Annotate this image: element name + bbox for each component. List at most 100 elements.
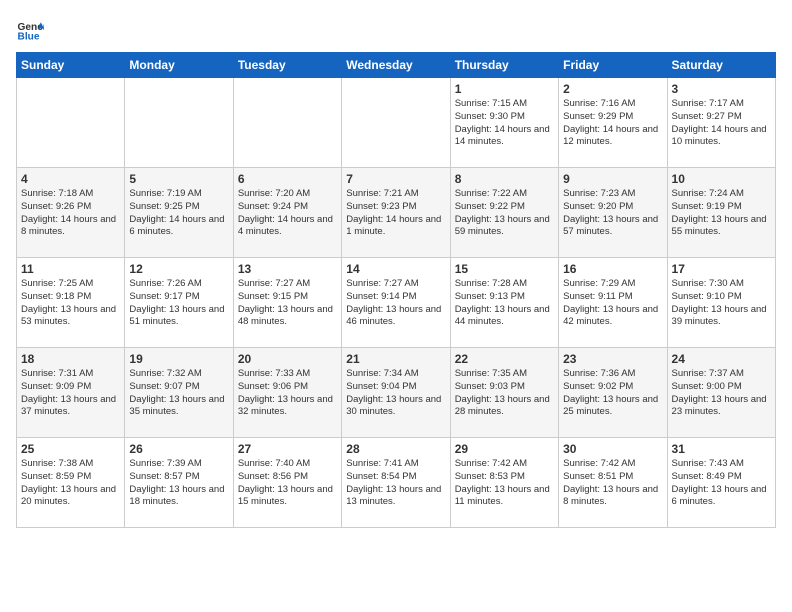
calendar-cell: 13Sunrise: 7:27 AM Sunset: 9:15 PM Dayli… (233, 258, 341, 348)
day-number: 31 (672, 442, 771, 456)
day-number: 4 (21, 172, 120, 186)
day-number: 6 (238, 172, 337, 186)
calendar-cell: 6 Sunrise: 7:20 AM Sunset: 9:24 PM Daylig… (233, 168, 341, 258)
day-number: 7 (346, 172, 445, 186)
day-info: Sunrise: 7:41 AM Sunset: 8:54 PM Dayligh… (346, 458, 445, 509)
header: General Blue (16, 16, 776, 44)
day-info: Sunrise: 7:24 AM Sunset: 9:19 PM Dayligh… (672, 188, 771, 239)
calendar-cell: 4 Sunrise: 7:18 AM Sunset: 9:26 PM Daylig… (17, 168, 125, 258)
day-number: 27 (238, 442, 337, 456)
day-info: Sunrise: 7:23 AM Sunset: 9:20 PM Dayligh… (563, 188, 662, 239)
calendar-cell (17, 78, 125, 168)
day-info: Sunrise: 7:32 AM Sunset: 9:07 PM Dayligh… (129, 368, 228, 419)
day-number: 19 (129, 352, 228, 366)
day-info: Sunrise: 7:31 AM Sunset: 9:09 PM Dayligh… (21, 368, 120, 419)
calendar-cell: 27 Sunrise: 7:40 AM Sunset: 8:56 PM Dayli… (233, 438, 341, 528)
day-info: Sunrise: 7:34 AM Sunset: 9:04 PM Dayligh… (346, 368, 445, 419)
weekday-row: SundayMondayTuesdayWednesdayThursdayFrid… (17, 53, 776, 78)
weekday-header-wednesday: Wednesday (342, 53, 450, 78)
day-number: 15 (455, 262, 554, 276)
calendar-body: 1 Sunrise: 7:15 AM Sunset: 9:30 PM Daylig… (17, 78, 776, 528)
day-number: 14 (346, 262, 445, 276)
svg-text:Blue: Blue (18, 31, 40, 42)
calendar-cell: 11Sunrise: 7:25 AM Sunset: 9:18 PM Dayli… (17, 258, 125, 348)
weekday-header-monday: Monday (125, 53, 233, 78)
day-info: Sunrise: 7:39 AM Sunset: 8:57 PM Dayligh… (129, 458, 228, 509)
day-number: 18 (21, 352, 120, 366)
weekday-header-thursday: Thursday (450, 53, 558, 78)
day-number: 2 (563, 82, 662, 96)
calendar-week-2: 4 Sunrise: 7:18 AM Sunset: 9:26 PM Daylig… (17, 168, 776, 258)
calendar-cell: 23 Sunrise: 7:36 AM Sunset: 9:02 PM Dayli… (559, 348, 667, 438)
day-info: Sunrise: 7:36 AM Sunset: 9:02 PM Dayligh… (563, 368, 662, 419)
logo: General Blue (16, 16, 44, 44)
day-number: 26 (129, 442, 228, 456)
calendar-cell: 25Sunrise: 7:38 AM Sunset: 8:59 PM Dayli… (17, 438, 125, 528)
day-number: 9 (563, 172, 662, 186)
day-number: 28 (346, 442, 445, 456)
calendar-cell: 26 Sunrise: 7:39 AM Sunset: 8:57 PM Dayli… (125, 438, 233, 528)
day-number: 5 (129, 172, 228, 186)
calendar-header: SundayMondayTuesdayWednesdayThursdayFrid… (17, 53, 776, 78)
calendar-cell: 30Sunrise: 7:42 AM Sunset: 8:51 PM Dayli… (559, 438, 667, 528)
day-info: Sunrise: 7:25 AM Sunset: 9:18 PM Dayligh… (21, 278, 120, 329)
day-info: Sunrise: 7:19 AM Sunset: 9:25 PM Dayligh… (129, 188, 228, 239)
day-number: 8 (455, 172, 554, 186)
day-info: Sunrise: 7:27 AM Sunset: 9:14 PM Dayligh… (346, 278, 445, 329)
day-number: 20 (238, 352, 337, 366)
day-number: 29 (455, 442, 554, 456)
calendar-cell: 3Sunrise: 7:17 AM Sunset: 9:27 PM Daylig… (667, 78, 775, 168)
calendar-cell: 1 Sunrise: 7:15 AM Sunset: 9:30 PM Daylig… (450, 78, 558, 168)
day-info: Sunrise: 7:37 AM Sunset: 9:00 PM Dayligh… (672, 368, 771, 419)
calendar-cell: 8 Sunrise: 7:22 AM Sunset: 9:22 PM Daylig… (450, 168, 558, 258)
calendar-cell: 20 Sunrise: 7:33 AM Sunset: 9:06 PM Dayli… (233, 348, 341, 438)
calendar-cell: 24 Sunrise: 7:37 AM Sunset: 9:00 PM Dayli… (667, 348, 775, 438)
weekday-header-sunday: Sunday (17, 53, 125, 78)
calendar-week-3: 11Sunrise: 7:25 AM Sunset: 9:18 PM Dayli… (17, 258, 776, 348)
day-number: 17 (672, 262, 771, 276)
calendar-cell: 5 Sunrise: 7:19 AM Sunset: 9:25 PM Daylig… (125, 168, 233, 258)
day-info: Sunrise: 7:22 AM Sunset: 9:22 PM Dayligh… (455, 188, 554, 239)
calendar-cell: 31 Sunrise: 7:43 AM Sunset: 8:49 PM Dayli… (667, 438, 775, 528)
day-info: Sunrise: 7:16 AM Sunset: 9:29 PM Dayligh… (563, 98, 662, 149)
calendar-cell: 29Sunrise: 7:42 AM Sunset: 8:53 PM Dayli… (450, 438, 558, 528)
day-number: 10 (672, 172, 771, 186)
calendar-cell (342, 78, 450, 168)
day-info: Sunrise: 7:27 AM Sunset: 9:15 PM Dayligh… (238, 278, 337, 329)
day-number: 24 (672, 352, 771, 366)
day-number: 23 (563, 352, 662, 366)
day-info: Sunrise: 7:18 AM Sunset: 9:26 PM Dayligh… (21, 188, 120, 239)
day-number: 3 (672, 82, 771, 96)
calendar-cell: 14 Sunrise: 7:27 AM Sunset: 9:14 PM Dayli… (342, 258, 450, 348)
calendar-week-4: 18 Sunrise: 7:31 AM Sunset: 9:09 PM Dayli… (17, 348, 776, 438)
day-info: Sunrise: 7:40 AM Sunset: 8:56 PM Dayligh… (238, 458, 337, 509)
day-info: Sunrise: 7:38 AM Sunset: 8:59 PM Dayligh… (21, 458, 120, 509)
day-info: Sunrise: 7:21 AM Sunset: 9:23 PM Dayligh… (346, 188, 445, 239)
calendar-cell (125, 78, 233, 168)
day-info: Sunrise: 7:29 AM Sunset: 9:11 PM Dayligh… (563, 278, 662, 329)
day-info: Sunrise: 7:35 AM Sunset: 9:03 PM Dayligh… (455, 368, 554, 419)
day-number: 22 (455, 352, 554, 366)
calendar-cell: 12Sunrise: 7:26 AM Sunset: 9:17 PM Dayli… (125, 258, 233, 348)
calendar-cell: 17 Sunrise: 7:30 AM Sunset: 9:10 PM Dayli… (667, 258, 775, 348)
weekday-header-saturday: Saturday (667, 53, 775, 78)
weekday-header-friday: Friday (559, 53, 667, 78)
day-info: Sunrise: 7:15 AM Sunset: 9:30 PM Dayligh… (455, 98, 554, 149)
day-number: 16 (563, 262, 662, 276)
day-info: Sunrise: 7:20 AM Sunset: 9:24 PM Dayligh… (238, 188, 337, 239)
calendar-cell: 28 Sunrise: 7:41 AM Sunset: 8:54 PM Dayli… (342, 438, 450, 528)
day-info: Sunrise: 7:33 AM Sunset: 9:06 PM Dayligh… (238, 368, 337, 419)
day-number: 21 (346, 352, 445, 366)
calendar-cell: 22 Sunrise: 7:35 AM Sunset: 9:03 PM Dayli… (450, 348, 558, 438)
calendar-cell: 2 Sunrise: 7:16 AM Sunset: 9:29 PM Daylig… (559, 78, 667, 168)
logo-icon: General Blue (16, 16, 44, 44)
day-info: Sunrise: 7:43 AM Sunset: 8:49 PM Dayligh… (672, 458, 771, 509)
calendar-cell: 16 Sunrise: 7:29 AM Sunset: 9:11 PM Dayli… (559, 258, 667, 348)
calendar-week-5: 25Sunrise: 7:38 AM Sunset: 8:59 PM Dayli… (17, 438, 776, 528)
day-info: Sunrise: 7:26 AM Sunset: 9:17 PM Dayligh… (129, 278, 228, 329)
day-info: Sunrise: 7:28 AM Sunset: 9:13 PM Dayligh… (455, 278, 554, 329)
day-number: 1 (455, 82, 554, 96)
calendar-cell: 15 Sunrise: 7:28 AM Sunset: 9:13 PM Dayli… (450, 258, 558, 348)
day-info: Sunrise: 7:30 AM Sunset: 9:10 PM Dayligh… (672, 278, 771, 329)
calendar-cell: 21 Sunrise: 7:34 AM Sunset: 9:04 PM Dayli… (342, 348, 450, 438)
